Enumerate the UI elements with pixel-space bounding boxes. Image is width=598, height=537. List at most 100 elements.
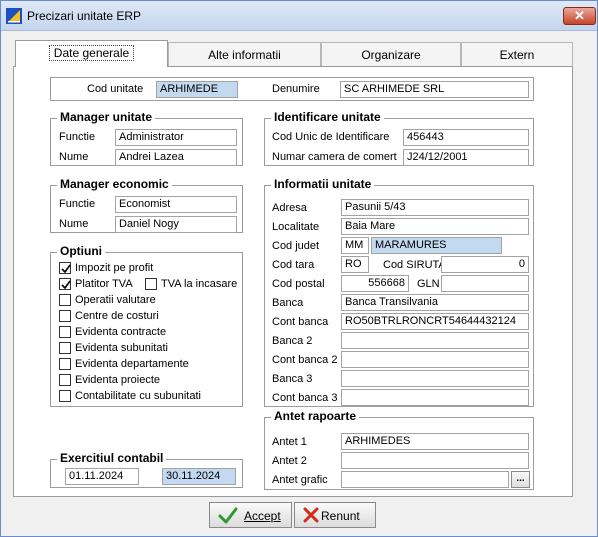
check-icon	[61, 280, 71, 290]
reg-com-field[interactable]: J24/12/2001	[403, 149, 529, 166]
manager-economic-group: Manager economic Functie Economist Nume …	[50, 177, 243, 233]
tab-panel-date-generale: Cod unitate ARHIMEDE Denumire SC ARHIMED…	[13, 66, 573, 497]
antet-rapoarte-group: Antet rapoarte Antet 1 ARHIMEDES Antet 2…	[264, 409, 534, 490]
cont-banca-3-field[interactable]	[341, 389, 529, 406]
informatii-unitate-group: Informatii unitate Adresa Pasunii 5/43 L…	[264, 177, 534, 407]
adresa-field[interactable]: Pasunii 5/43	[341, 199, 529, 216]
evidenta-departamente-label: Evidenta departamente	[75, 358, 189, 370]
reg-com-label: Numar camera de comert	[272, 151, 397, 163]
operatii-valutare-checkbox[interactable]	[59, 294, 71, 306]
identificare-unitate-title: Identificare unitate	[271, 110, 384, 124]
manager-economic-functie-label: Functie	[59, 198, 96, 210]
tab-alte-informatii[interactable]: Alte informatii	[168, 42, 321, 67]
banca-2-field[interactable]	[341, 332, 529, 349]
localitate-label: Localitate	[272, 221, 320, 233]
dialog-window: Precizari unitate ERP ✕ Date generale Al…	[0, 0, 598, 537]
identificare-unitate-group: Identificare unitate Cod Unic de Identif…	[264, 110, 534, 166]
antet-1-field[interactable]: ARHIMEDES	[341, 433, 529, 450]
denumire-field[interactable]: SC ARHIMEDE SRL	[340, 81, 529, 98]
exercitiu-contabil-group: Exercitiul contabil 01.11.2024 30.11.202…	[50, 451, 243, 488]
contabilitate-subunitati-checkbox[interactable]	[59, 390, 71, 402]
check-icon	[61, 264, 71, 274]
cui-field[interactable]: 456443	[403, 129, 529, 146]
tab-organizare[interactable]: Organizare	[321, 42, 461, 67]
manager-economic-functie-field[interactable]: Economist	[115, 196, 237, 213]
antet-grafic-browse-button[interactable]: ...	[511, 471, 530, 488]
antet-2-field[interactable]	[341, 452, 529, 469]
cont-banca-2-label: Cont banca 2	[272, 354, 338, 366]
manager-economic-nume-field[interactable]: Daniel Nogy	[115, 216, 237, 233]
evidenta-subunitati-checkbox[interactable]	[59, 342, 71, 354]
denumire-label: Denumire	[272, 83, 320, 95]
manager-economic-title: Manager economic	[57, 177, 172, 191]
window-title: Precizari unitate ERP	[27, 9, 142, 23]
tab-strip: Date generale Alte informatii Organizare…	[13, 40, 573, 67]
gln-field[interactable]	[441, 275, 529, 292]
cont-banca-2-field[interactable]	[341, 351, 529, 368]
evidenta-departamente-checkbox[interactable]	[59, 358, 71, 370]
operatii-valutare-label: Operatii valutare	[75, 294, 156, 306]
tab-extern[interactable]: Extern	[461, 42, 573, 67]
evidenta-proiecte-label: Evidenta proiecte	[75, 374, 160, 386]
header-group: Cod unitate ARHIMEDE Denumire SC ARHIMED…	[50, 77, 534, 101]
cod-judet-label: Cod judet	[272, 240, 320, 252]
tva-incasare-label: TVA la incasare	[161, 278, 238, 290]
exercitiu-start-field[interactable]: 01.11.2024	[65, 468, 139, 485]
renunt-button[interactable]: Renunt	[294, 502, 376, 528]
centre-costuri-label: Centre de costuri	[75, 310, 159, 322]
impozit-profit-label: Impozit pe profit	[75, 262, 154, 274]
renunt-label: Renunt	[321, 509, 360, 523]
close-button[interactable]: ✕	[563, 7, 596, 25]
optiuni-title: Optiuni	[57, 244, 105, 258]
evidenta-subunitati-label: Evidenta subunitati	[75, 342, 168, 354]
impozit-profit-checkbox[interactable]	[59, 262, 71, 274]
tab-date-generale[interactable]: Date generale	[15, 40, 168, 67]
gln-label: GLN	[417, 278, 440, 290]
manager-unitate-group: Manager unitate Functie Administrator Nu…	[50, 110, 243, 166]
antet-1-label: Antet 1	[272, 436, 307, 448]
cod-siruta-field[interactable]: 0	[441, 256, 529, 273]
contabilitate-subunitati-label: Contabilitate cu subunitati	[75, 390, 201, 402]
localitate-field[interactable]: Baia Mare	[341, 218, 529, 235]
optiuni-group: Optiuni Impozit pe profit Platitor TVA T…	[50, 244, 243, 407]
platitor-tva-checkbox[interactable]	[59, 278, 71, 290]
banca-3-label: Banca 3	[272, 373, 313, 385]
cod-tara-label: Cod tara	[272, 259, 315, 271]
antet-grafic-field[interactable]	[341, 471, 509, 488]
cont-banca-field[interactable]: RO50BTRLRONCRT54644432124	[341, 313, 529, 330]
cui-label: Cod Unic de Identificare	[272, 131, 390, 143]
adresa-label: Adresa	[272, 202, 307, 214]
banca-3-field[interactable]	[341, 370, 529, 387]
centre-costuri-checkbox[interactable]	[59, 310, 71, 322]
cod-judet-field[interactable]: MM	[341, 237, 369, 254]
manager-unitate-nume-field[interactable]: Andrei Lazea	[115, 149, 237, 166]
judet-name-field[interactable]: MARAMURES	[371, 237, 502, 254]
cod-postal-field[interactable]: 556668	[341, 275, 409, 292]
manager-unitate-functie-field[interactable]: Administrator	[115, 129, 237, 146]
evidenta-contracte-checkbox[interactable]	[59, 326, 71, 338]
cod-postal-label: Cod postal	[272, 278, 325, 290]
evidenta-contracte-label: Evidenta contracte	[75, 326, 167, 338]
cod-siruta-label: Cod SIRUTA	[383, 259, 446, 271]
manager-unitate-title: Manager unitate	[57, 110, 156, 124]
title-bar[interactable]: Precizari unitate ERP ✕	[1, 1, 597, 31]
accept-label: Accept	[244, 509, 281, 523]
cod-unitate-field[interactable]: ARHIMEDE	[156, 81, 238, 98]
exercitiu-end-field[interactable]: 30.11.2024	[162, 468, 236, 485]
cod-unitate-label: Cod unitate	[87, 83, 144, 95]
banca-field[interactable]: Banca Transilvania	[341, 294, 529, 311]
app-icon	[6, 8, 22, 24]
tva-incasare-checkbox[interactable]	[145, 278, 157, 290]
accept-button[interactable]: Accept	[209, 502, 292, 528]
antet-rapoarte-title: Antet rapoarte	[271, 409, 360, 423]
checkmark-icon	[218, 507, 238, 528]
antet-2-label: Antet 2	[272, 455, 307, 467]
antet-grafic-label: Antet grafic	[272, 474, 328, 486]
platitor-tva-label: Platitor TVA	[75, 278, 133, 290]
evidenta-proiecte-checkbox[interactable]	[59, 374, 71, 386]
cod-tara-field[interactable]: RO	[341, 256, 369, 273]
cont-banca-label: Cont banca	[272, 316, 329, 328]
manager-unitate-functie-label: Functie	[59, 131, 96, 143]
cancel-x-icon	[303, 507, 319, 526]
banca-label: Banca	[272, 297, 304, 309]
